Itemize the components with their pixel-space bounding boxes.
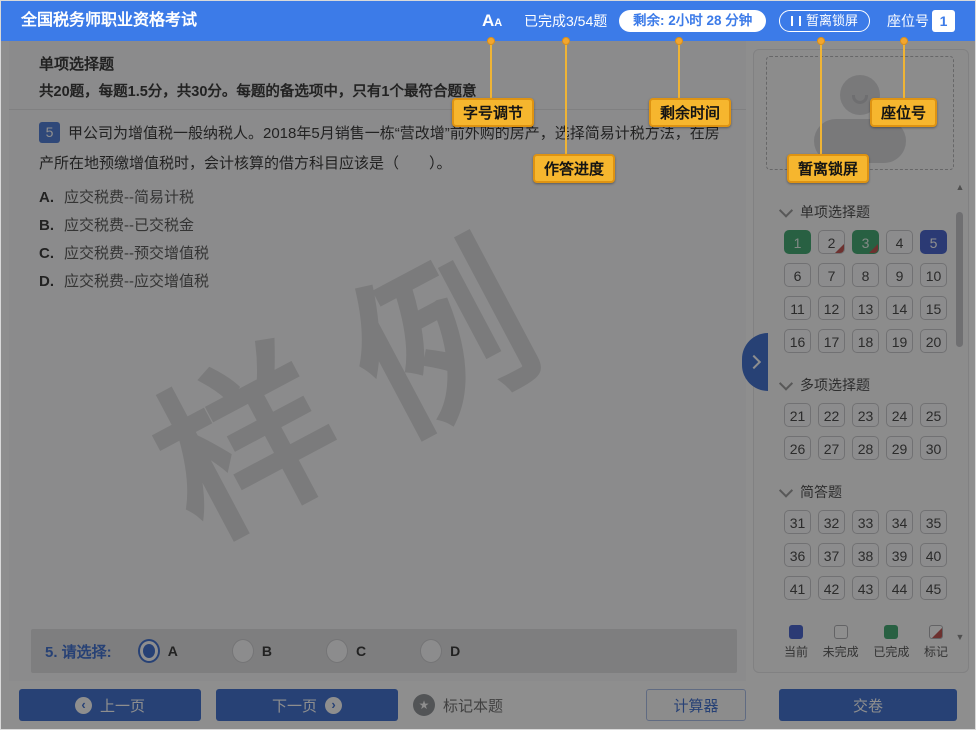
callout-font-size-label: 字号调节 — [452, 98, 534, 127]
pause-lock-label: 暂离锁屏 — [806, 11, 858, 31]
callout-seat-label: 座位号 — [870, 98, 937, 127]
tutorial-dim-overlay — [1, 41, 976, 730]
font-size-icon: A — [482, 11, 494, 30]
pause-lock-button[interactable]: 暂离锁屏 — [779, 10, 870, 32]
exam-title: 全国税务师职业资格考试 — [21, 1, 197, 41]
font-size-button[interactable]: AA — [482, 9, 502, 33]
time-remaining-badge: 剩余: 2小时 28 分钟 — [619, 10, 766, 32]
seat-number: 1 — [932, 10, 955, 32]
seat-label: 座位号 — [887, 1, 929, 41]
top-bar: 全国税务师职业资格考试 AA 已完成3/54题 剩余: 2小时 28 分钟 暂离… — [1, 1, 976, 41]
progress-text: 已完成3/54题 — [524, 1, 607, 41]
pause-icon — [791, 16, 801, 26]
callout-pause-label: 暂离锁屏 — [787, 154, 869, 183]
callout-time-label: 剩余时间 — [649, 98, 731, 127]
exam-app-window: 全国税务师职业资格考试 AA 已完成3/54题 剩余: 2小时 28 分钟 暂离… — [0, 0, 976, 730]
callout-progress-label: 作答进度 — [533, 154, 615, 183]
